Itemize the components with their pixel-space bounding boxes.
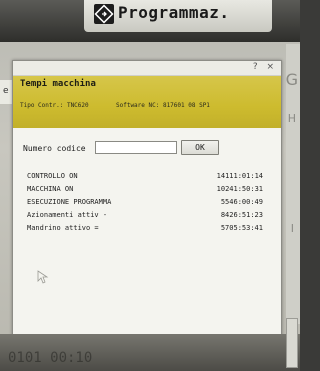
window-controls[interactable]: ? × [253,62,277,72]
left-tab-label: e [3,86,9,96]
control-type: Tipo Contr.: TNC620 [20,102,89,109]
side-letter-h: H [287,112,296,125]
ok-button[interactable]: OK [181,140,219,155]
row-label: CONTROLLO ON [27,172,78,180]
row-value: 10241:50:31 [216,185,263,193]
scroll-handle[interactable] [286,318,298,368]
row-label: Azionamenti attiv - [27,211,108,219]
time-row-spindle-active: Mandrino attivo = 5705:53:41 [27,224,263,234]
row-value: 5705:53:41 [220,224,263,232]
screen: Programmaz. e G H I ? × Tempi macchina T… [0,0,300,371]
program-mode-icon[interactable] [94,4,114,24]
machine-times-dialog: ? × Tempi macchina Tipo Contr.: TNC620 S… [12,60,282,362]
row-label: MACCHINA ON [27,185,74,193]
side-letter-i: I [290,222,294,235]
mouse-cursor-icon [37,269,49,288]
time-row-control-on: CONTROLLO ON 14111:01:14 [27,172,263,182]
code-input[interactable] [95,141,177,154]
dialog-title: Tempi macchina [20,79,96,89]
mode-label[interactable]: Programmaz. [118,3,229,22]
row-value: 5546:00:49 [220,198,263,206]
row-value: 14111:01:14 [216,172,263,180]
row-value: 8426:51:23 [220,211,263,219]
time-row-machine-on: MACCHINA ON 10241:50:31 [27,185,263,195]
dialog-titlebar: ? × [13,61,281,76]
bottom-status: 0101 00:10 [8,350,93,366]
time-row-drives-active: Azionamenti attiv - 8426:51:23 [27,211,263,221]
row-label: Mandrino attivo = [27,224,99,232]
side-letter-g: G [285,70,298,89]
time-row-program-execution: ESECUZIONE PROGRAMMA 5546:00:49 [27,198,263,208]
software-nc: Software NC: 817601 08 SP1 [116,102,210,109]
row-label: ESECUZIONE PROGRAMMA [27,198,112,206]
code-label: Numero codice [23,144,86,153]
